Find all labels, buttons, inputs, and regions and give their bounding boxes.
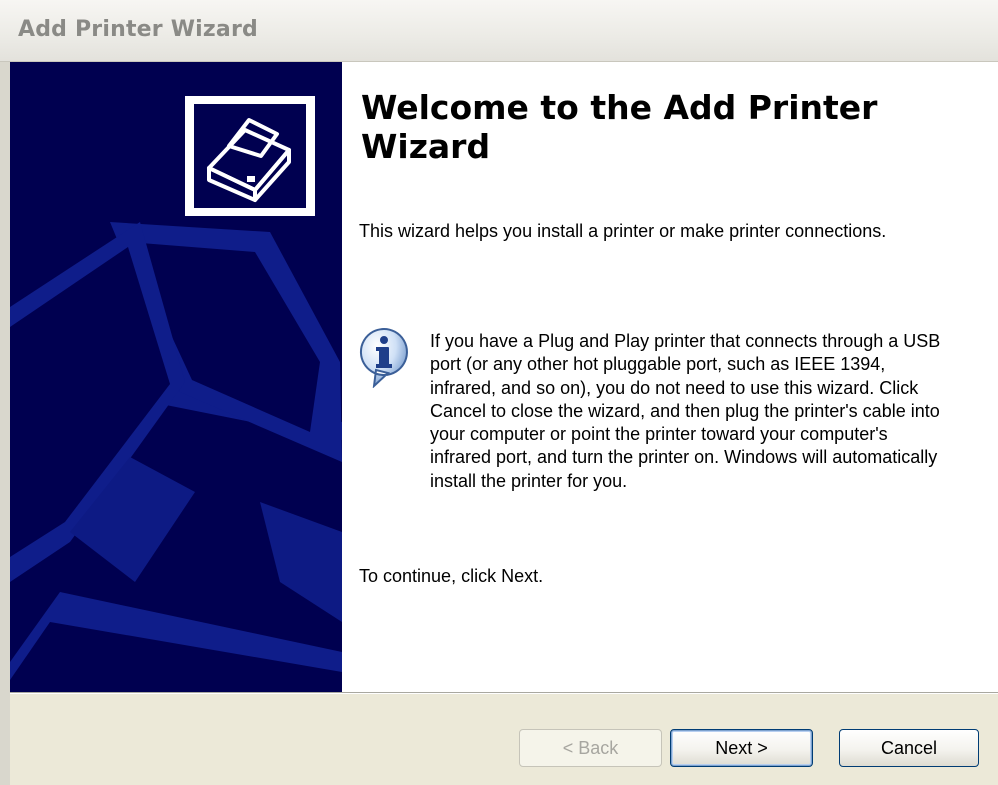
back-button[interactable]: < Back xyxy=(519,729,662,767)
window-title: Add Printer Wizard xyxy=(18,17,258,42)
button-bar: < Back Next > Cancel xyxy=(10,692,998,785)
page-title: Welcome to the Add Printer Wizard xyxy=(361,88,878,166)
title-bar[interactable]: Add Printer Wizard xyxy=(0,0,998,62)
printer-icon xyxy=(185,96,315,216)
information-icon xyxy=(359,328,408,388)
window-frame xyxy=(0,62,10,785)
continue-text: To continue, click Next. xyxy=(359,566,544,586)
next-button[interactable]: Next > xyxy=(670,729,813,767)
wizard-sidebar xyxy=(10,62,342,692)
wizard-window: Add Printer Wizard Welcome to the Add Pr… xyxy=(0,0,998,785)
cancel-button[interactable]: Cancel xyxy=(839,729,979,767)
wizard-content: Welcome to the Add Printer Wizard This w… xyxy=(342,62,998,692)
intro-text: This wizard helps you install a printer … xyxy=(359,221,887,241)
info-text: If you have a Plug and Play printer that… xyxy=(430,331,941,491)
